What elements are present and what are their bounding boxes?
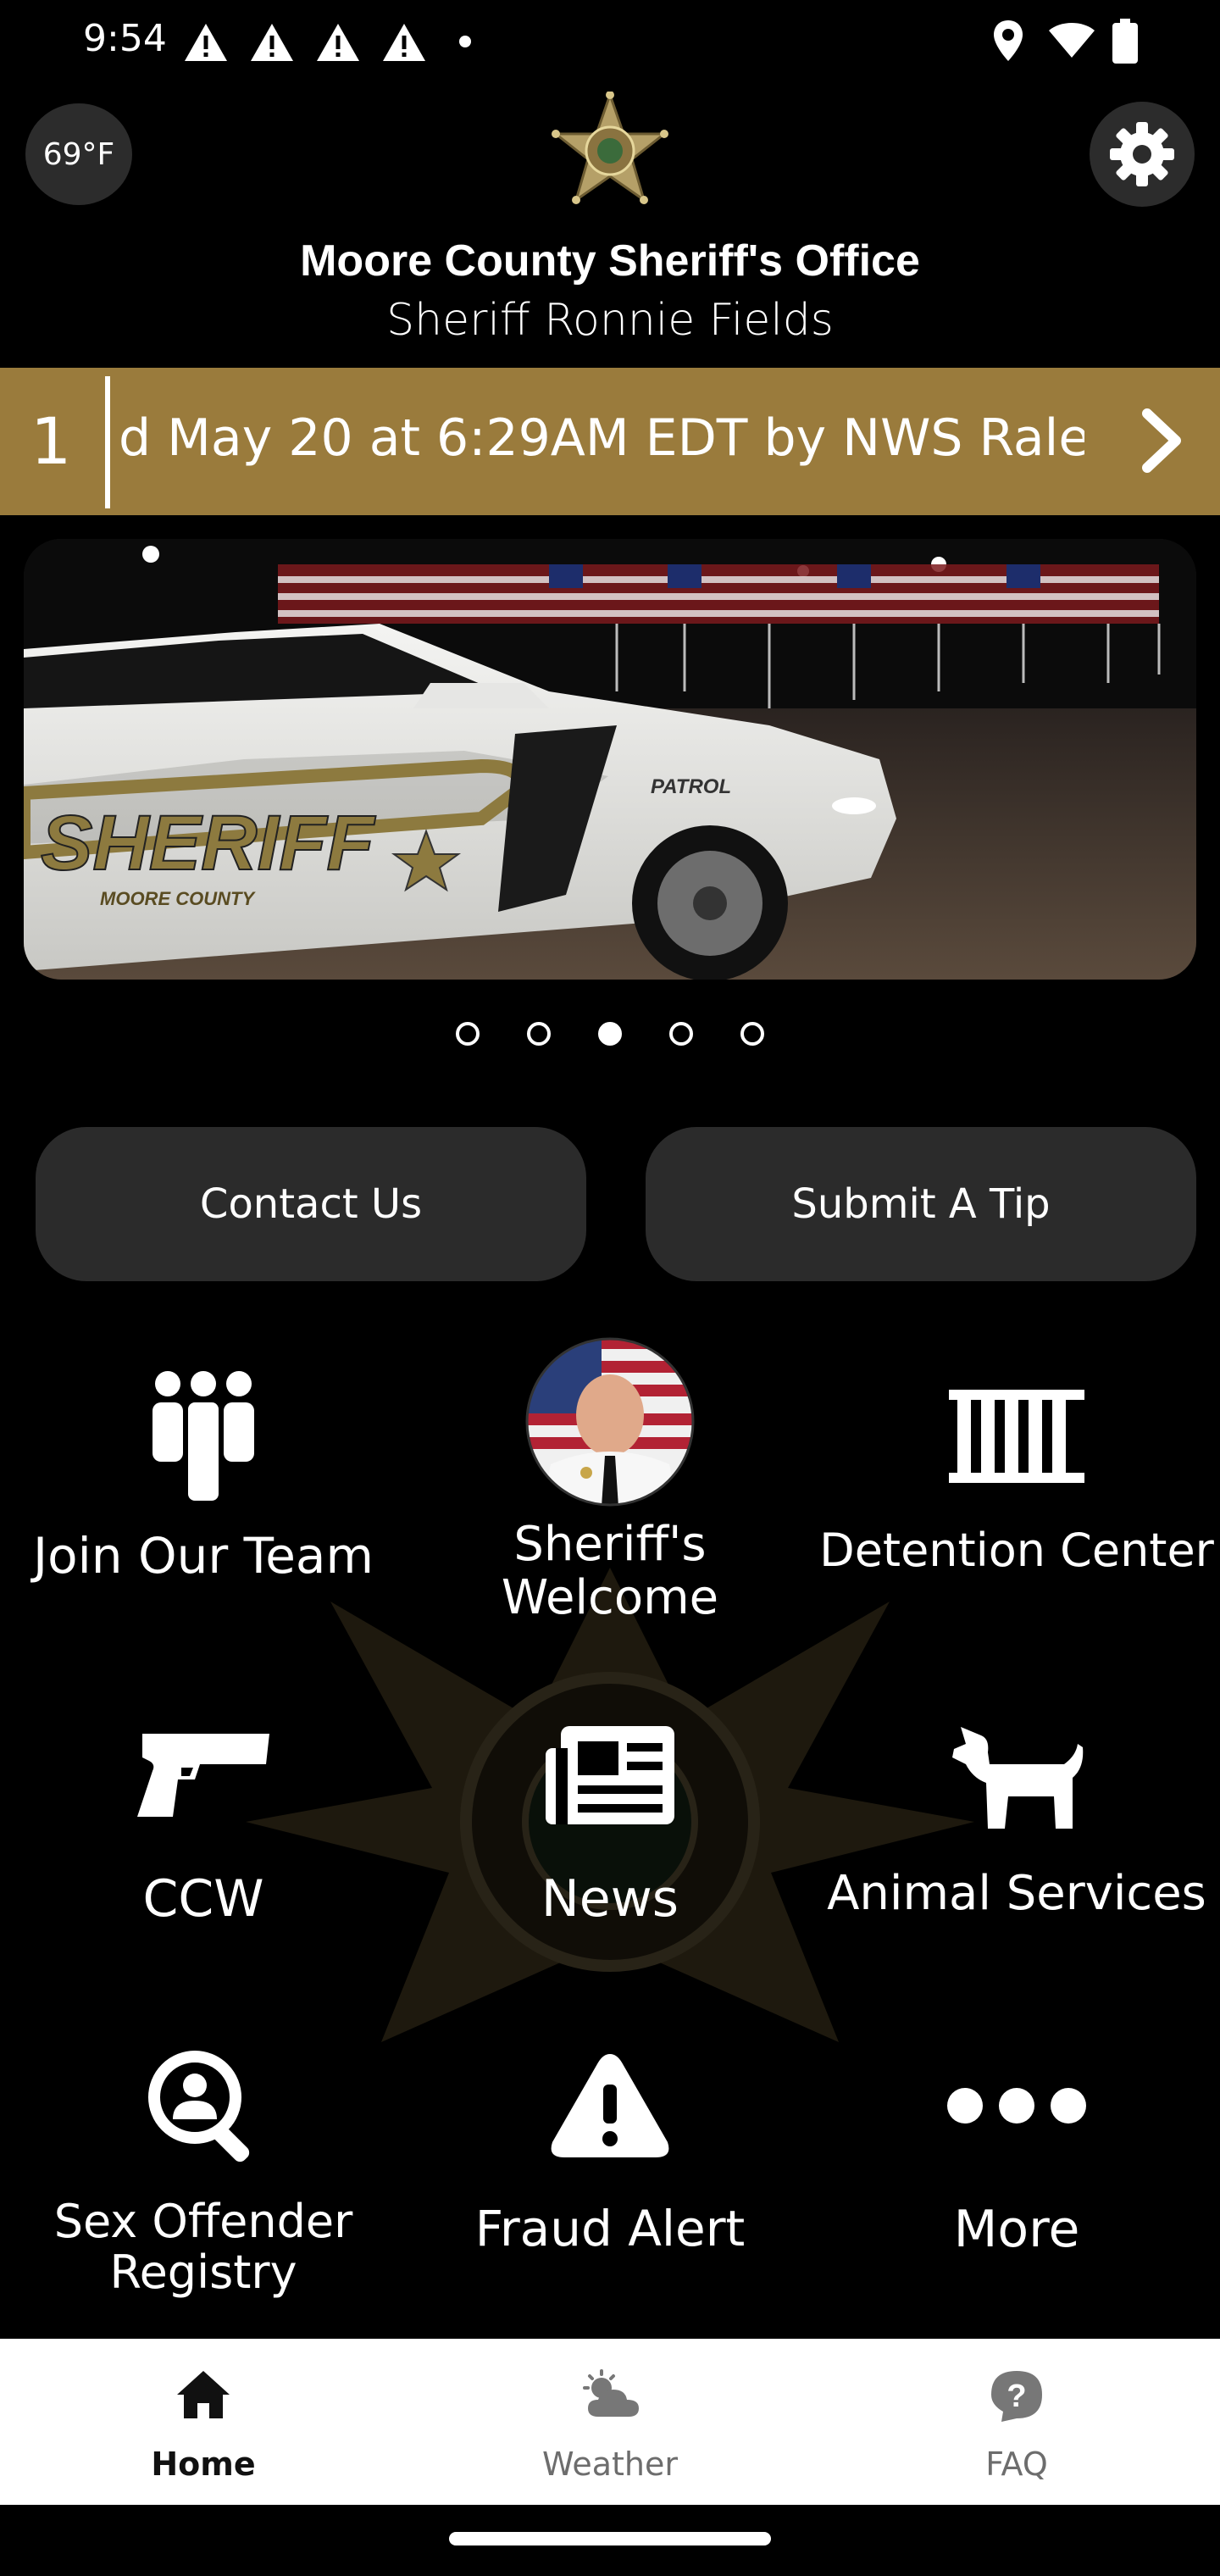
svg-text:?: ?: [1006, 2379, 1026, 2414]
wifi-icon: [1049, 23, 1095, 58]
sheriffs-welcome-label: Sheriff's Welcome: [407, 1518, 813, 1624]
join-our-team-tile[interactable]: Join Our Team: [0, 1347, 407, 1584]
alert-count: 1: [30, 403, 72, 479]
nav-faq-label: FAQ: [985, 2446, 1048, 2483]
sheriffs-welcome-line1: Sheriff's: [513, 1517, 707, 1572]
temperature-value: 69°F: [42, 136, 115, 172]
animal-services-tile[interactable]: Animal Services: [813, 1686, 1220, 1921]
news-tile[interactable]: News: [407, 1686, 813, 1928]
jail-bars-icon: [949, 1390, 1084, 1483]
warning-notification-icon: [383, 24, 425, 61]
warning-notification-icon: [317, 24, 359, 61]
fraud-alert-label: Fraud Alert: [474, 2200, 746, 2257]
carousel-dot[interactable]: [669, 1022, 693, 1046]
nav-home-label: Home: [151, 2446, 256, 2483]
svg-text:SHERIFF: SHERIFF: [41, 800, 376, 886]
alert-ticker[interactable]: 1 d May 20 at 6:29AM EDT by NWS Raleigh: [0, 368, 1220, 515]
warning-notification-icon: [185, 24, 227, 61]
temperature-badge[interactable]: 69°F: [25, 103, 132, 205]
submit-tip-button[interactable]: Submit A Tip: [646, 1127, 1196, 1281]
contact-us-button[interactable]: Contact Us: [36, 1127, 586, 1281]
location-icon: [994, 20, 1023, 61]
warning-icon: [551, 2054, 669, 2157]
sheriffs-welcome-tile[interactable]: Sheriff's Welcome: [407, 1337, 813, 1624]
nav-weather[interactable]: Weather: [407, 2339, 813, 2505]
sheriff-car-photo: SHERIFF MOORE COUNTY PATROL: [24, 539, 1196, 980]
people-group-icon: [152, 1371, 254, 1504]
image-carousel[interactable]: SHERIFF MOORE COUNTY PATROL: [24, 539, 1196, 980]
sheriffs-welcome-line2: Welcome: [501, 1569, 719, 1625]
handgun-icon: [137, 1734, 269, 1817]
alert-text: d May 20 at 6:29AM EDT by NWS Raleigh: [119, 408, 1084, 468]
ticker-divider: [105, 376, 110, 508]
warning-notification-icon: [251, 24, 293, 61]
ellipsis-icon: [947, 2088, 1086, 2124]
notification-dot: [459, 36, 471, 47]
svg-text:MOORE COUNTY: MOORE COUNTY: [100, 888, 256, 909]
sex-offender-registry-label: Sex Offender Registry: [0, 2196, 407, 2299]
fraud-alert-tile[interactable]: Fraud Alert: [407, 2017, 813, 2257]
carousel-pagination: [0, 1022, 1220, 1046]
nav-home[interactable]: Home: [0, 2339, 407, 2505]
sex-offender-registry-tile[interactable]: Sex Offender Registry: [0, 2017, 407, 2299]
nav-faq[interactable]: ? FAQ: [813, 2339, 1220, 2505]
carousel-dot[interactable]: [527, 1022, 551, 1046]
home-indicator[interactable]: [449, 2532, 771, 2545]
carousel-dot[interactable]: [740, 1022, 764, 1046]
more-label: More: [953, 2200, 1080, 2259]
ccw-label: CCW: [142, 1869, 264, 1929]
settings-button[interactable]: [1090, 102, 1195, 207]
search-person-icon: [148, 2051, 250, 2162]
bottom-navigation: Home Weather ? FAQ: [0, 2339, 1220, 2505]
more-tile[interactable]: More: [813, 2017, 1220, 2258]
battery-icon: [1112, 19, 1138, 64]
detention-center-tile[interactable]: Detention Center: [813, 1347, 1220, 1576]
partly-cloudy-icon: [583, 2369, 639, 2417]
sheriff-badge-logo: [552, 92, 668, 204]
page-subtitle: Sheriff Ronnie Fields: [386, 295, 834, 346]
ccw-tile[interactable]: CCW: [0, 1686, 407, 1928]
sex-offender-line1: Sex Offender: [53, 2195, 353, 2248]
status-bar: 9:54: [0, 0, 1220, 85]
join-our-team-label: Join Our Team: [33, 1527, 374, 1585]
chevron-right-icon[interactable]: [1132, 407, 1191, 475]
help-question-icon: ?: [991, 2371, 1042, 2422]
dog-icon: [952, 1727, 1084, 1829]
svg-text:PATROL: PATROL: [651, 775, 731, 798]
sheriff-portrait-avatar: [525, 1337, 695, 1507]
nav-weather-label: Weather: [542, 2446, 678, 2483]
carousel-dot[interactable]: [456, 1022, 480, 1046]
sex-offender-line2: Registry: [109, 2246, 297, 2300]
status-time: 9:54: [83, 17, 167, 60]
detention-center-label: Detention Center: [819, 1524, 1214, 1577]
news-label: News: [541, 1869, 679, 1929]
gear-icon: [1110, 122, 1174, 186]
submit-tip-label: Submit A Tip: [791, 1180, 1051, 1228]
contact-us-label: Contact Us: [199, 1180, 423, 1228]
home-icon: [177, 2371, 230, 2418]
page-title: Moore County Sheriff's Office: [300, 236, 920, 286]
carousel-dot-active[interactable]: [598, 1022, 622, 1046]
animal-services-label: Animal Services: [827, 1866, 1206, 1921]
newspaper-icon: [546, 1726, 674, 1824]
